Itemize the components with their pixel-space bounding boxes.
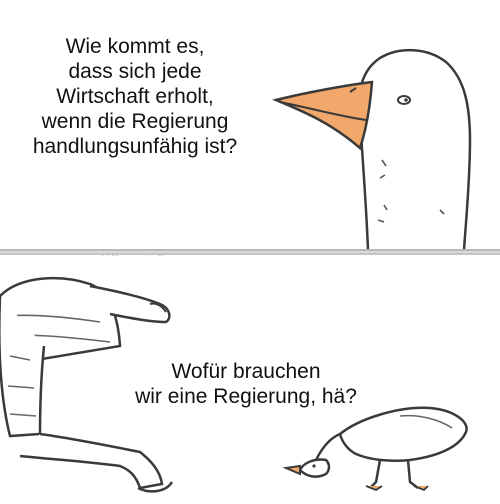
panel-bottom: Wofür brauchen wir eine Regierung, hä? [0,256,500,504]
goose-eye-bottom [312,464,316,468]
running-person [0,276,174,493]
goose-legs [369,459,419,489]
running-goose [282,406,468,492]
goose-beak [272,80,374,151]
goose-head-bottom [298,458,331,478]
panel-top: Wie kommt es, dass sich jede Wirtschaft … [0,0,500,252]
goose-neck [357,48,472,251]
goose-head-drawing [272,48,472,251]
goose-beak-bottom [282,464,301,476]
panel-divider [0,249,500,255]
person-leg [19,432,164,490]
running-figures-drawing [0,276,468,493]
goose-feet [365,485,429,492]
goose-meme: Wie kommt es, dass sich jede Wirtschaft … [0,0,500,504]
goose-pupil [404,98,408,102]
